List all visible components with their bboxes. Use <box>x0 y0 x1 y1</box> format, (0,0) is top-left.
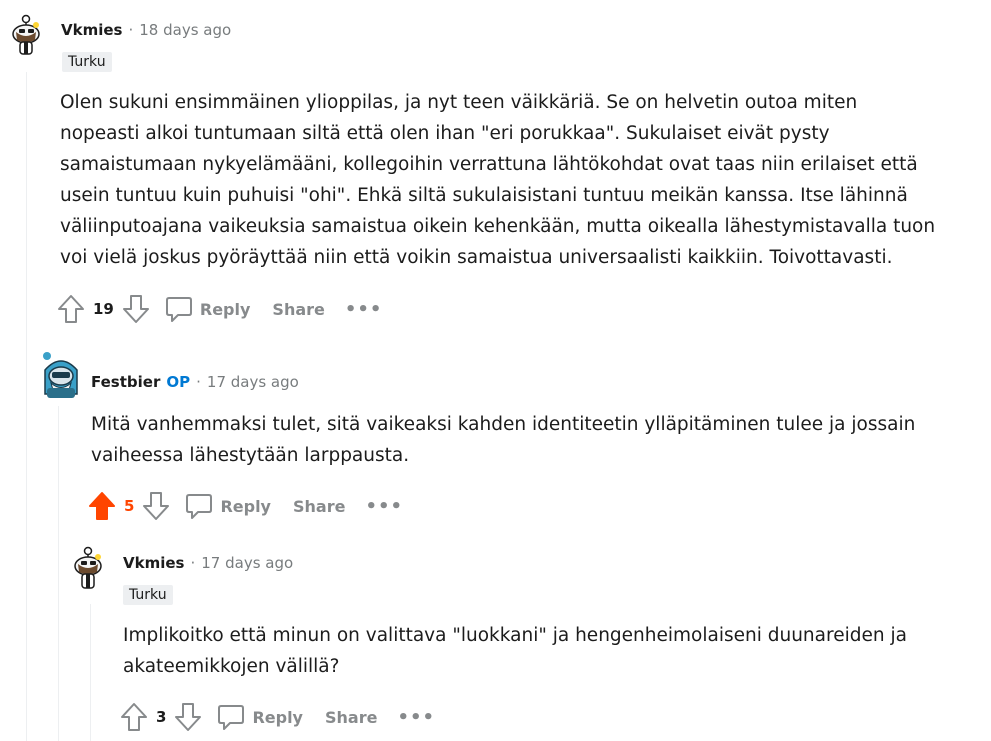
comment-actions: 19 Reply Share ••• <box>57 291 382 327</box>
downvote-button[interactable] <box>142 491 170 521</box>
reply-button[interactable]: Reply <box>216 703 303 731</box>
reply-label: Reply <box>220 496 271 516</box>
author-name[interactable]: Vkmies <box>61 21 122 39</box>
user-flair: Turku <box>62 52 112 72</box>
thread-line[interactable] <box>90 604 91 741</box>
share-button[interactable]: Share <box>293 497 345 516</box>
comment-actions: 5 Reply Share ••• <box>88 488 403 524</box>
comment-text-line: voi vielä joskus pyöräyttää niin että vo… <box>60 247 893 268</box>
thread-line[interactable] <box>26 72 27 741</box>
comment-text-line: Mitä vanhemmaksi tulet, sitä vaikeaksi k… <box>91 414 916 435</box>
comment-text-line: akateemikkojen välillä? <box>123 656 340 677</box>
more-options-icon[interactable]: ••• <box>345 299 383 320</box>
upvote-arrow-icon <box>89 492 115 520</box>
comment-text-line: nopeasti alkoi tuntumaan siltä että olen… <box>60 123 830 144</box>
comment-body: Mitä vanhemmaksi tulet, sitä vaikeaksi k… <box>91 409 915 471</box>
snoo-avatar-icon <box>74 546 102 589</box>
upvote-arrow-icon <box>121 703 147 731</box>
timestamp[interactable]: 17 days ago <box>207 373 299 391</box>
timestamp[interactable]: 17 days ago <box>201 554 293 572</box>
comment-text-line: samaistumaan nykyelämääni, kollegoihin v… <box>60 154 918 175</box>
snoo-avatar-icon <box>43 352 78 398</box>
vote-score: 5 <box>124 497 135 515</box>
vote-score: 19 <box>93 300 114 318</box>
downvote-arrow-icon <box>122 295 149 323</box>
reply-button[interactable]: Reply <box>164 295 251 323</box>
share-button[interactable]: Share <box>272 300 324 319</box>
snoo-avatar-icon <box>12 14 40 55</box>
downvote-arrow-icon <box>175 703 202 731</box>
comment-text-line: Olen sukuni ensimmäinen ylioppilas, ja n… <box>60 92 858 113</box>
reply-label: Reply <box>199 299 251 319</box>
upvote-button[interactable] <box>57 294 85 324</box>
downvote-button[interactable] <box>174 702 202 732</box>
user-flair: Turku <box>123 585 173 605</box>
comment-bubble-icon <box>186 494 213 519</box>
timestamp[interactable]: 18 days ago <box>139 21 231 39</box>
avatar[interactable] <box>39 350 78 398</box>
comment-bubble-icon <box>165 297 192 322</box>
upvote-button[interactable] <box>88 491 116 521</box>
vote-score: 3 <box>156 708 167 726</box>
avatar[interactable] <box>8 14 44 55</box>
more-options-icon[interactable]: ••• <box>397 707 435 728</box>
comment-text-line: väliinputoajana vaikeuksia samaistua oik… <box>60 216 936 237</box>
thread-line[interactable] <box>58 406 59 741</box>
avatar[interactable] <box>70 546 106 589</box>
more-options-icon[interactable]: ••• <box>365 496 403 517</box>
comment-text-line: Implikoitko että minun on valittava "luo… <box>123 625 907 646</box>
separator-dot: · <box>196 373 201 391</box>
share-button[interactable]: Share <box>325 708 377 727</box>
separator-dot: · <box>190 554 196 572</box>
upvote-arrow-icon <box>58 295 84 323</box>
author-name[interactable]: Vkmies <box>123 554 184 572</box>
comment-body: Olen sukuni ensimmäinen ylioppilas, ja n… <box>60 87 935 273</box>
upvote-button[interactable] <box>120 702 148 732</box>
separator-dot: · <box>128 21 134 39</box>
comment-text-line: vaiheessa lähestytään larppausta. <box>91 445 410 466</box>
author-name[interactable]: Festbier <box>91 373 160 391</box>
comment-body: Implikoitko että minun on valittava "luo… <box>123 620 907 682</box>
comment-bubble-icon <box>218 705 245 730</box>
downvote-button[interactable] <box>122 294 150 324</box>
op-badge: OP <box>166 373 191 391</box>
reply-button[interactable]: Reply <box>184 492 271 520</box>
comment-actions: 3 Reply Share ••• <box>120 699 435 735</box>
reply-label: Reply <box>252 707 303 727</box>
downvote-arrow-icon <box>143 492 170 520</box>
comment-text-line: usein tuntuu kuin puhuisi "ohi". Ehkä si… <box>60 185 908 206</box>
